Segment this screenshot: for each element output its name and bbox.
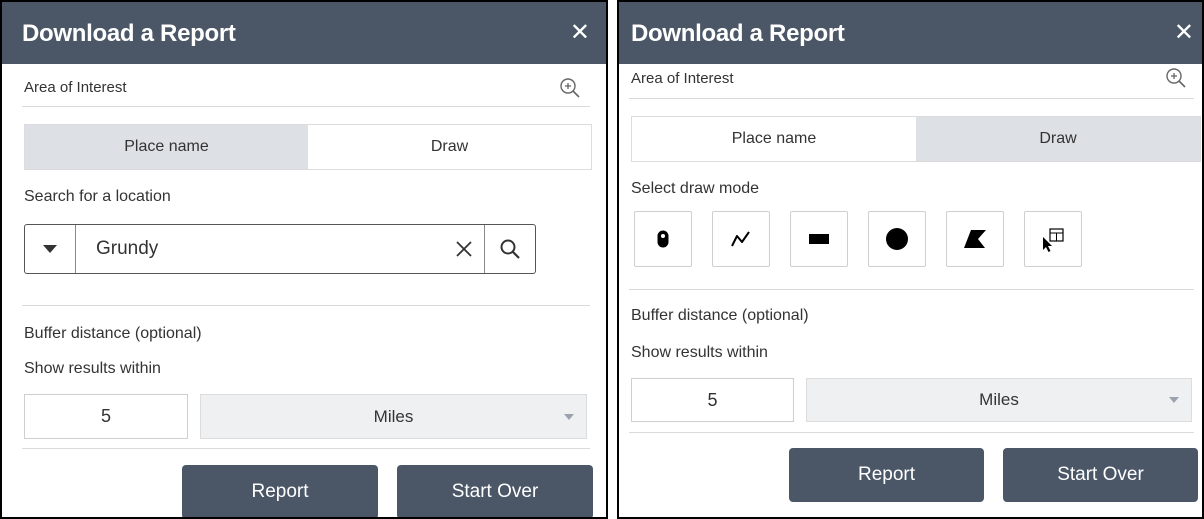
point-icon: [657, 230, 669, 248]
tab-place-name[interactable]: Place name: [632, 117, 916, 161]
buffer-distance-label: Buffer distance (optional): [631, 307, 809, 324]
draw-polygon-button[interactable]: [946, 211, 1004, 267]
mode-tabs: Place name Draw: [24, 124, 592, 170]
buffer-unit-select[interactable]: Miles: [806, 378, 1192, 422]
area-of-interest-label: Area of Interest: [631, 70, 734, 87]
select-feature-button[interactable]: [1024, 211, 1082, 267]
divider: [22, 448, 590, 449]
draw-rectangle-button[interactable]: [790, 211, 848, 267]
caret-down-icon: [564, 413, 574, 420]
caret-down-icon: [1169, 397, 1179, 403]
show-results-within-label: Show results within: [24, 360, 161, 377]
tab-draw[interactable]: Draw: [308, 125, 591, 169]
draw-mode-label: Select draw mode: [631, 180, 760, 197]
draw-polyline-button[interactable]: [712, 211, 770, 267]
polygon-icon: [964, 230, 986, 248]
panel-title: Download a Report: [631, 20, 845, 47]
divider: [629, 289, 1194, 290]
divider: [629, 432, 1194, 433]
start-over-button[interactable]: Start Over: [1003, 448, 1198, 502]
download-report-panel-draw: Download a Report ✕ Area of Interest Pla…: [617, 0, 1204, 519]
search-input[interactable]: Grundy: [76, 225, 444, 273]
panel-header: Download a Report ✕: [619, 2, 1202, 64]
draw-point-button[interactable]: [634, 211, 692, 267]
search-location-label: Search for a location: [24, 188, 171, 205]
download-report-panel-place-name: Download a Report ✕ Area of Interest Pla…: [0, 0, 608, 519]
divider: [629, 98, 1194, 99]
buffer-distance-label: Buffer distance (optional): [24, 325, 202, 342]
search-source-dropdown[interactable]: [25, 225, 76, 273]
clear-icon[interactable]: [444, 225, 484, 273]
buffer-distance-input[interactable]: 5: [631, 378, 794, 422]
area-of-interest-label: Area of Interest: [24, 79, 127, 96]
circle-icon: [886, 228, 908, 250]
search-icon: [500, 239, 520, 259]
draw-circle-button[interactable]: [868, 211, 926, 267]
divider: [22, 106, 590, 107]
buffer-unit-value: Miles: [979, 390, 1019, 409]
tab-draw[interactable]: Draw: [916, 117, 1200, 161]
location-search-box: Grundy: [24, 224, 536, 274]
report-button[interactable]: Report: [789, 448, 984, 502]
start-over-button[interactable]: Start Over: [397, 465, 593, 517]
select-feature-icon: [1043, 228, 1064, 252]
mode-tabs: Place name Draw: [631, 116, 1201, 162]
close-icon[interactable]: ✕: [570, 21, 590, 45]
caret-down-icon: [43, 245, 57, 253]
draw-tools: [634, 211, 1082, 267]
search-button[interactable]: [484, 225, 535, 273]
divider: [22, 305, 590, 306]
buffer-distance-input[interactable]: 5: [24, 394, 188, 439]
panel-header: Download a Report ✕: [2, 2, 606, 64]
tab-place-name[interactable]: Place name: [25, 125, 308, 169]
close-icon[interactable]: ✕: [1174, 21, 1194, 45]
buffer-unit-select[interactable]: Miles: [200, 394, 587, 439]
buffer-unit-value: Miles: [373, 406, 414, 426]
report-button[interactable]: Report: [182, 465, 378, 517]
zoom-in-icon[interactable]: [1164, 66, 1188, 90]
rectangle-icon: [809, 234, 829, 244]
polyline-icon: [731, 231, 750, 247]
zoom-in-icon[interactable]: [558, 76, 582, 100]
panel-title: Download a Report: [22, 20, 236, 47]
show-results-within-label: Show results within: [631, 344, 768, 361]
